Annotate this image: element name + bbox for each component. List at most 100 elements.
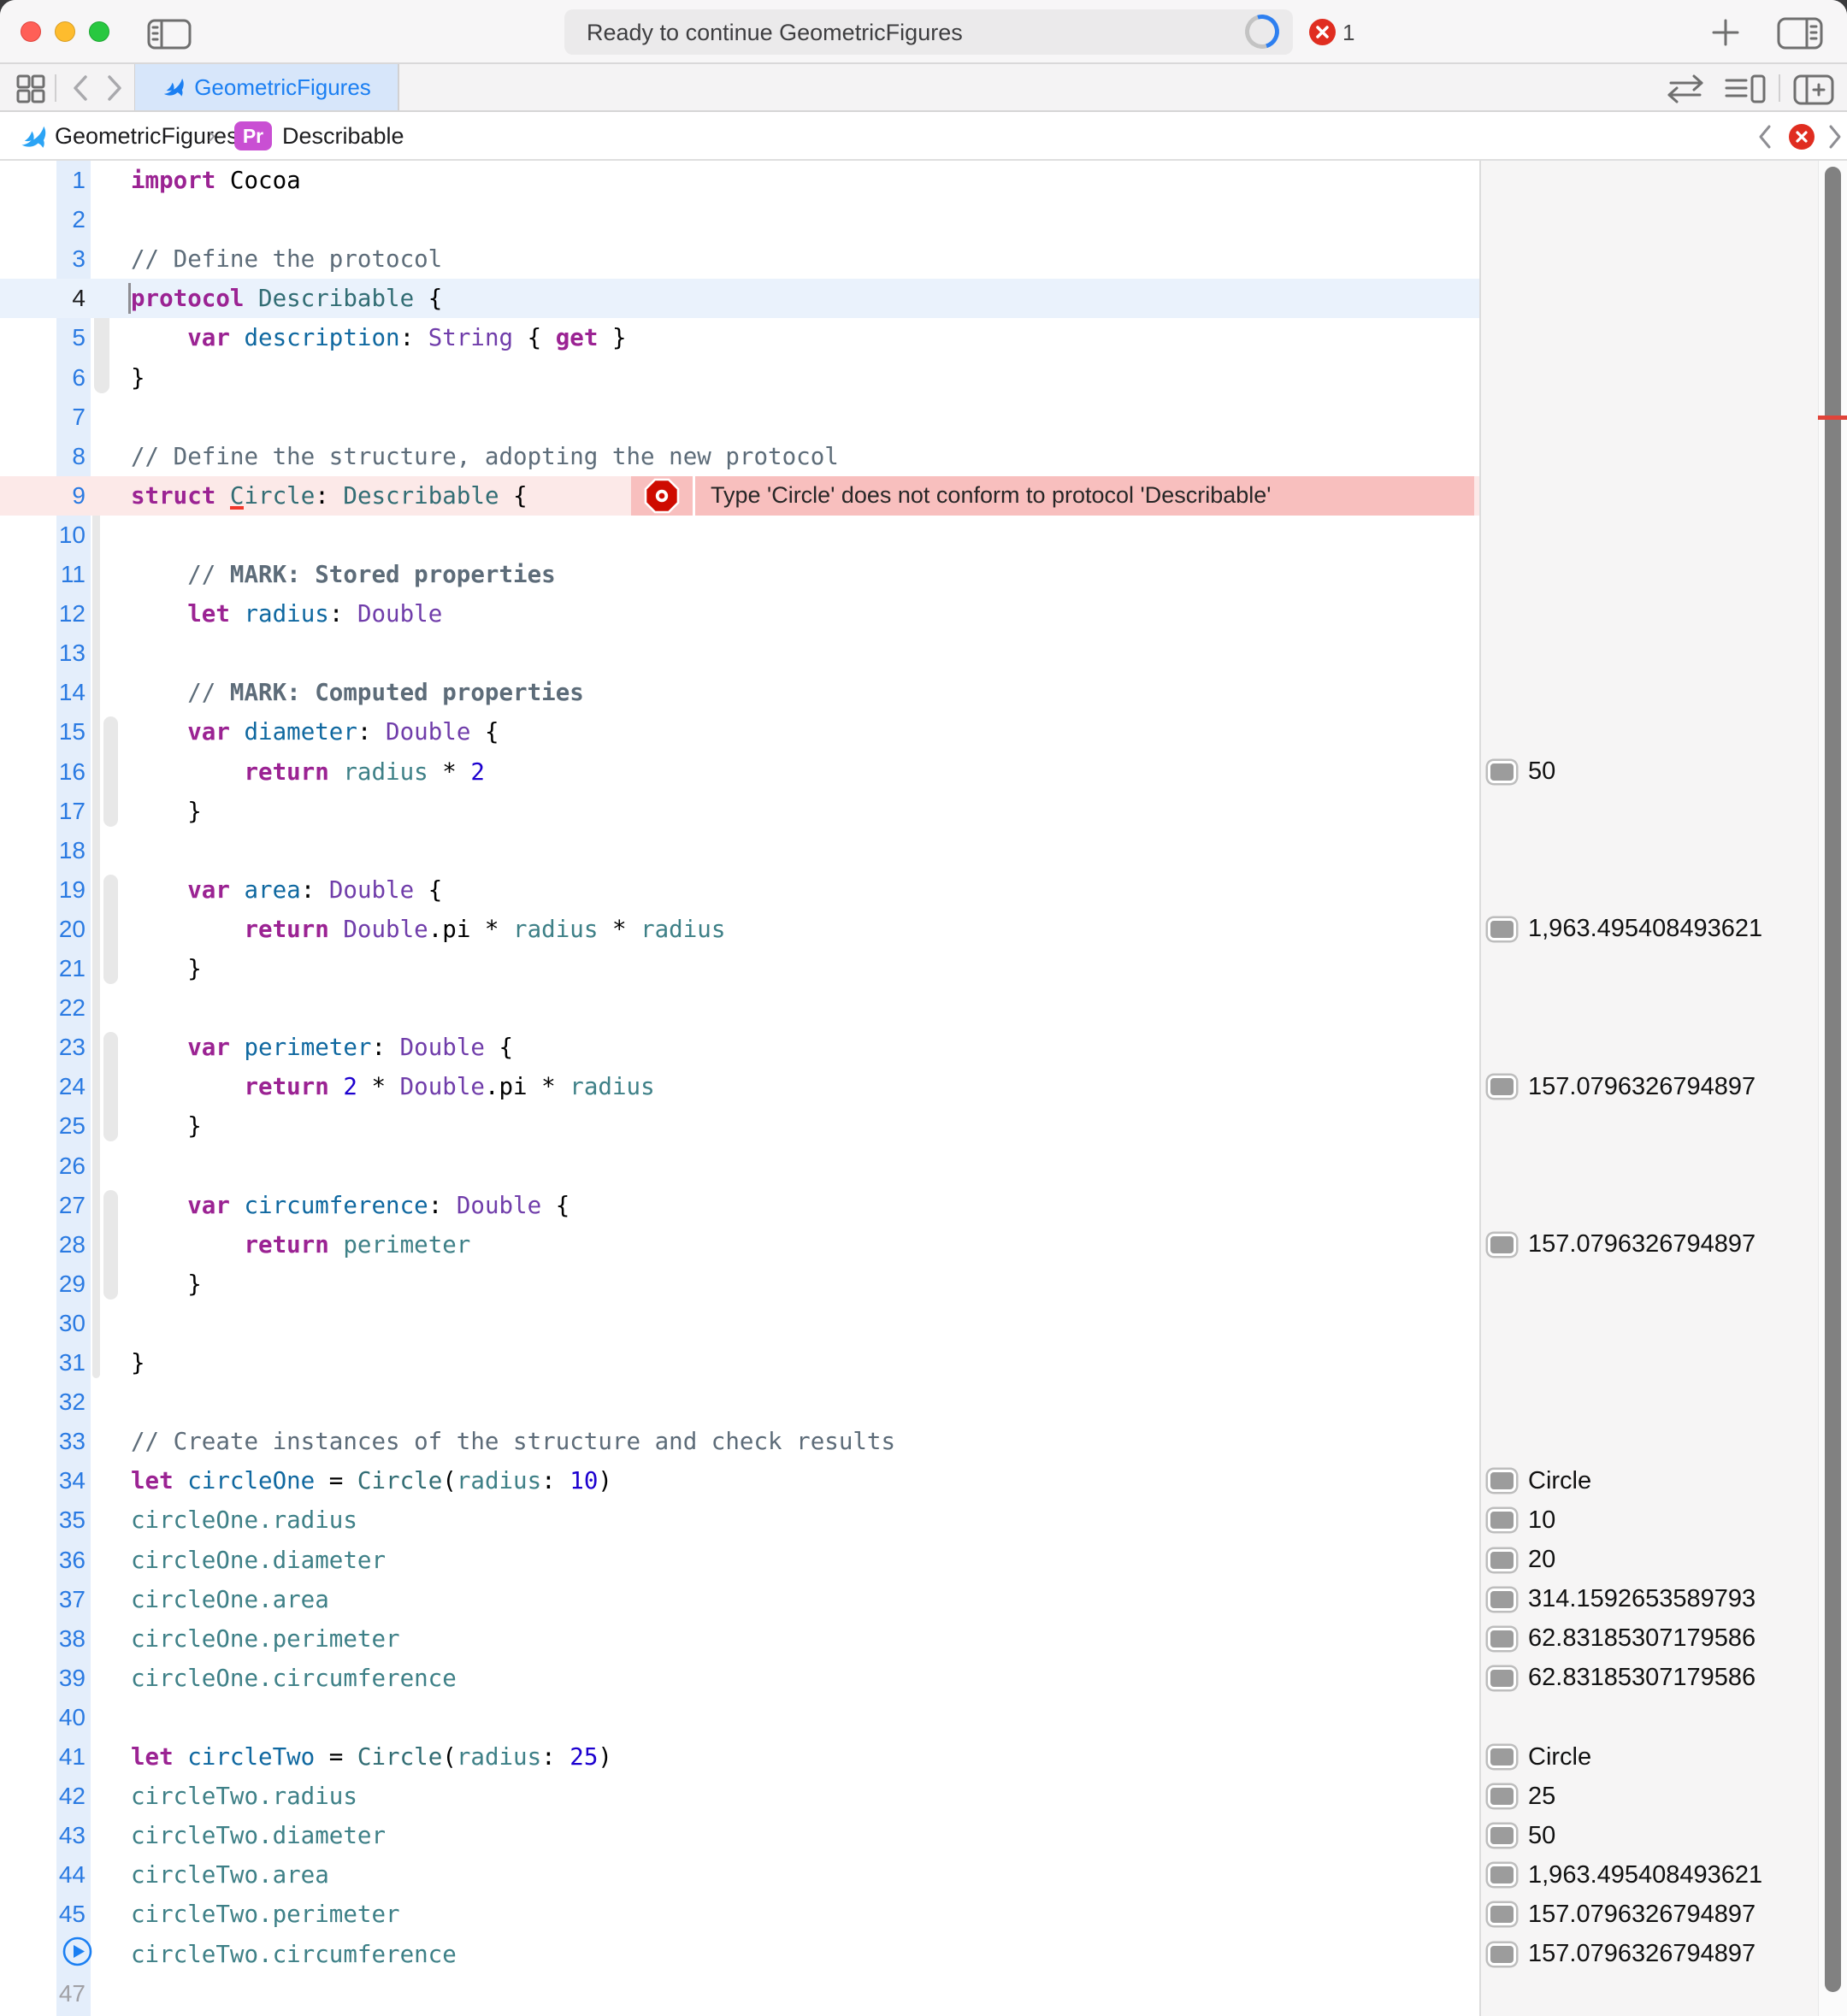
line-number[interactable]: 32	[56, 1388, 91, 1416]
code-text[interactable]: }	[131, 1270, 1479, 1298]
run-playground-button[interactable]	[62, 1936, 93, 1967]
code-line[interactable]: 20 return Double.pi * radius * radius	[0, 910, 1479, 949]
go-back-icon[interactable]	[68, 74, 92, 103]
line-number[interactable]: 17	[56, 798, 91, 825]
code-line[interactable]: 28 return perimeter	[0, 1225, 1479, 1264]
code-text[interactable]: var diameter: Double {	[131, 718, 1479, 746]
line-number[interactable]: 9	[56, 482, 91, 510]
code-line[interactable]: 21 }	[0, 949, 1479, 988]
code-line[interactable]: 39circleOne.circumference	[0, 1659, 1479, 1698]
window-zoom-button[interactable]	[89, 21, 109, 42]
code-line[interactable]: 19 var area: Double {	[0, 870, 1479, 910]
code-text[interactable]: circleOne.circumference	[131, 1665, 1479, 1692]
code-line[interactable]: 36circleOne.diameter	[0, 1541, 1479, 1580]
code-line[interactable]: 14 // MARK: Computed properties	[0, 673, 1479, 712]
line-number[interactable]	[56, 1936, 91, 1973]
next-issue-icon[interactable]	[1825, 124, 1845, 150]
editor-options-icon[interactable]	[1724, 74, 1767, 104]
line-number[interactable]: 35	[56, 1506, 91, 1534]
code-text[interactable]: }	[131, 955, 1479, 982]
code-text[interactable]: var circumference: Double {	[131, 1192, 1479, 1219]
line-number[interactable]: 42	[56, 1783, 91, 1810]
line-number[interactable]: 21	[56, 955, 91, 982]
code-text[interactable]: var area: Double {	[131, 876, 1479, 904]
code-text[interactable]: circleOne.area	[131, 1586, 1479, 1613]
show-result-icon[interactable]	[1488, 1746, 1516, 1768]
line-number[interactable]: 14	[56, 679, 91, 706]
code-text[interactable]: circleTwo.area	[131, 1861, 1479, 1889]
show-result-icon[interactable]	[1488, 1785, 1516, 1807]
code-review-icon[interactable]	[1666, 74, 1705, 104]
line-number[interactable]: 41	[56, 1743, 91, 1771]
show-result-icon[interactable]	[1488, 1628, 1516, 1650]
show-result-icon[interactable]	[1488, 1943, 1516, 1966]
window-minimize-button[interactable]	[55, 21, 75, 42]
code-line[interactable]: 23 var perimeter: Double {	[0, 1028, 1479, 1067]
code-line[interactable]: 24 return 2 * Double.pi * radius	[0, 1067, 1479, 1106]
line-number[interactable]: 33	[56, 1428, 91, 1455]
code-text[interactable]: protocol Describable {	[131, 285, 1479, 312]
code-text[interactable]: let circleTwo = Circle(radius: 25)	[131, 1743, 1479, 1771]
toggle-inspector-icon[interactable]	[1777, 17, 1823, 50]
code-line[interactable]: 9struct Circle: Describable {Type 'Circl…	[0, 476, 1479, 516]
add-editor-icon[interactable]	[1792, 74, 1835, 106]
code-text[interactable]: circleTwo.circumference	[131, 1941, 1479, 1968]
code-text[interactable]: return radius * 2	[131, 758, 1479, 786]
line-number[interactable]: 25	[56, 1112, 91, 1140]
code-text[interactable]: }	[131, 798, 1479, 825]
line-number[interactable]: 43	[56, 1822, 91, 1849]
code-text[interactable]: var perimeter: Double {	[131, 1034, 1479, 1061]
error-count-badge-icon[interactable]	[1309, 19, 1336, 45]
code-line[interactable]: 27 var circumference: Double {	[0, 1186, 1479, 1225]
code-line[interactable]: 10	[0, 516, 1479, 555]
line-number[interactable]: 30	[56, 1310, 91, 1337]
code-text[interactable]: return 2 * Double.pi * radius	[131, 1073, 1479, 1100]
code-line[interactable]: 25 }	[0, 1106, 1479, 1146]
code-text[interactable]: circleOne.radius	[131, 1506, 1479, 1534]
line-number[interactable]: 28	[56, 1231, 91, 1259]
line-number[interactable]: 40	[56, 1704, 91, 1731]
line-number[interactable]: 5	[56, 324, 91, 351]
line-number[interactable]: 44	[56, 1861, 91, 1889]
show-result-icon[interactable]	[1488, 1509, 1516, 1531]
line-number[interactable]: 34	[56, 1467, 91, 1494]
code-line[interactable]: 38circleOne.perimeter	[0, 1619, 1479, 1659]
line-number[interactable]: 36	[56, 1547, 91, 1574]
line-number[interactable]: 1	[56, 167, 91, 194]
go-forward-icon[interactable]	[103, 74, 127, 103]
code-text[interactable]: circleTwo.perimeter	[131, 1901, 1479, 1928]
code-line[interactable]: 3// Define the protocol	[0, 239, 1479, 279]
line-number[interactable]: 8	[56, 443, 91, 470]
code-text[interactable]: circleTwo.radius	[131, 1783, 1479, 1810]
show-result-icon[interactable]	[1488, 761, 1516, 783]
code-line[interactable]: 44 circleTwo.area	[0, 1855, 1479, 1895]
line-number[interactable]: 18	[56, 837, 91, 864]
line-number[interactable]: 7	[56, 404, 91, 431]
line-number[interactable]: 13	[56, 640, 91, 667]
code-line[interactable]: 1 import Cocoa	[0, 161, 1479, 200]
issue-error-badge-icon[interactable]	[1789, 124, 1815, 150]
scrollbar-error-mark[interactable]	[1818, 416, 1847, 420]
show-result-icon[interactable]	[1488, 918, 1516, 940]
previous-issue-icon[interactable]	[1755, 124, 1775, 150]
line-number[interactable]: 6	[56, 364, 91, 392]
code-text[interactable]: circleTwo.diameter	[131, 1822, 1479, 1849]
code-line[interactable]: 12 let radius: Double	[0, 594, 1479, 634]
code-line[interactable]: 18	[0, 831, 1479, 870]
line-number[interactable]: 3	[56, 245, 91, 273]
code-line[interactable]: 32	[0, 1382, 1479, 1422]
show-result-icon[interactable]	[1488, 1864, 1516, 1886]
line-number[interactable]: 37	[56, 1586, 91, 1613]
code-line[interactable]: 43 circleTwo.diameter	[0, 1816, 1479, 1855]
scrollbar-thumb[interactable]	[1825, 167, 1841, 1992]
line-number[interactable]: 16	[56, 758, 91, 786]
line-number[interactable]: 22	[56, 994, 91, 1022]
line-number[interactable]: 11	[56, 561, 91, 588]
line-number[interactable]: 29	[56, 1270, 91, 1298]
code-text[interactable]: import Cocoa	[131, 167, 1479, 194]
code-line[interactable]: 47	[0, 1974, 1479, 2013]
line-number[interactable]: 4	[56, 285, 91, 312]
code-line[interactable]: 42 circleTwo.radius	[0, 1777, 1479, 1816]
code-text[interactable]: }	[131, 1112, 1479, 1140]
show-result-icon[interactable]	[1488, 1234, 1516, 1256]
